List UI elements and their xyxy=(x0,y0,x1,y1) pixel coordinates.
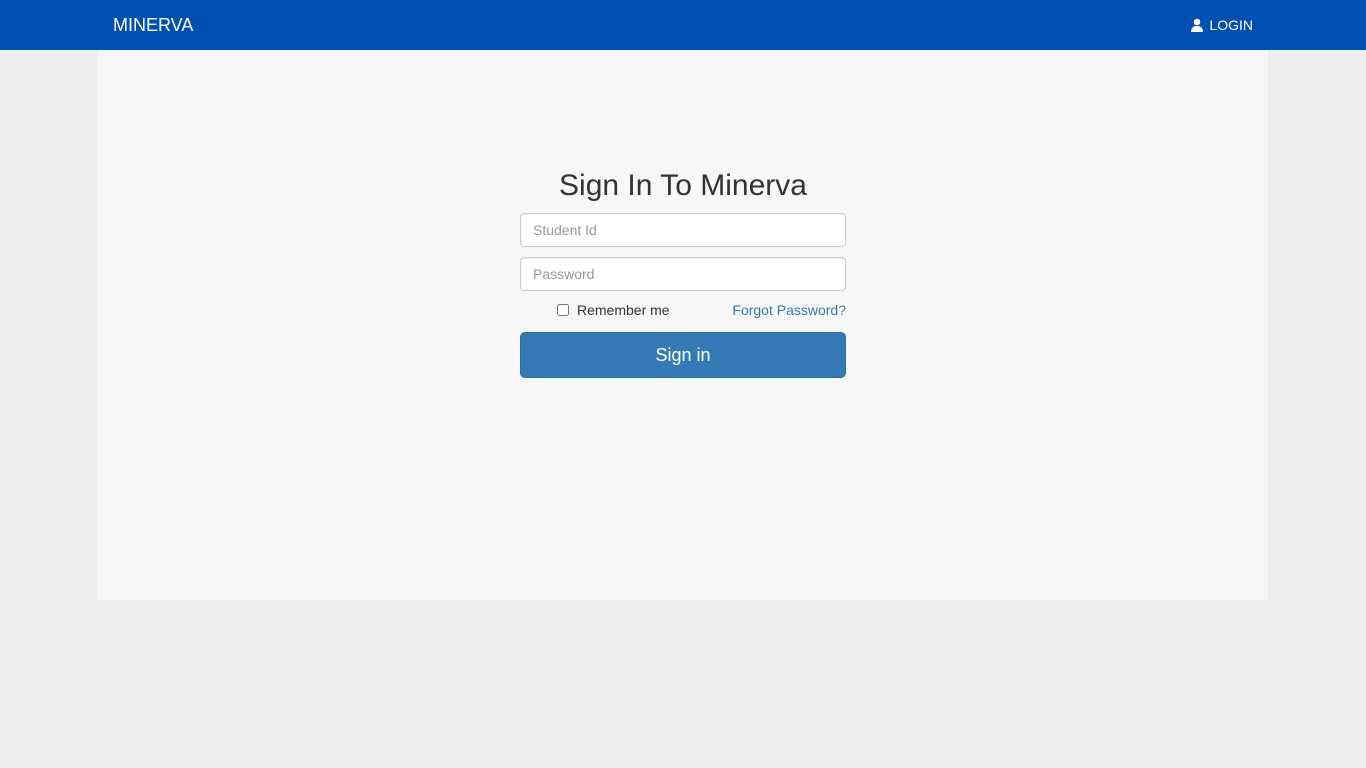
options-row: Remember me Forgot Password? xyxy=(520,301,846,321)
forgot-password-link[interactable]: Forgot Password? xyxy=(732,302,846,318)
main-panel: Sign In To Minerva Remember me Forgot Pa… xyxy=(98,50,1268,600)
remember-me[interactable]: Remember me xyxy=(557,302,670,318)
login-label: LOGIN xyxy=(1209,17,1253,33)
password-input[interactable] xyxy=(520,257,846,291)
login-link[interactable]: LOGIN xyxy=(1190,16,1253,34)
student-id-input[interactable] xyxy=(520,213,846,247)
sign-in-button[interactable]: Sign in xyxy=(520,332,846,378)
sign-in-form: Sign In To Minerva Remember me Forgot Pa… xyxy=(520,166,846,378)
top-navbar: MINERVA LOGIN xyxy=(0,0,1366,50)
brand-link[interactable]: MINERVA xyxy=(113,15,193,35)
user-icon xyxy=(1190,18,1204,32)
remember-me-label: Remember me xyxy=(577,302,670,318)
page-title: Sign In To Minerva xyxy=(559,169,807,202)
remember-me-checkbox[interactable] xyxy=(557,304,569,316)
